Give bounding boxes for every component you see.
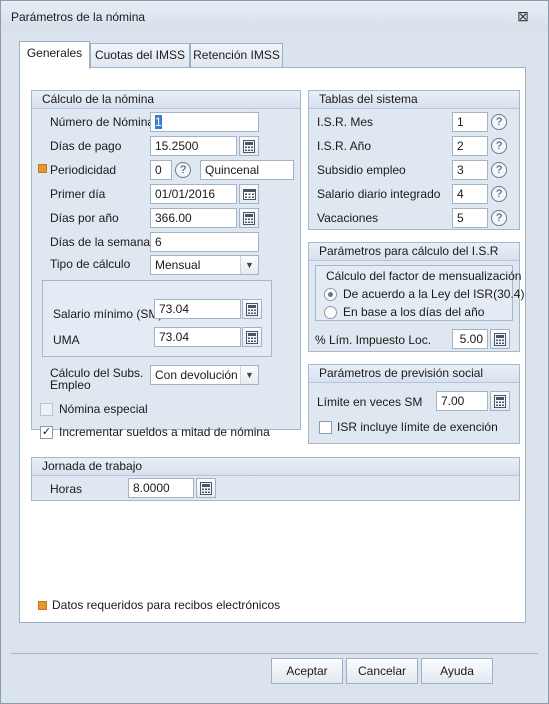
- nomina-especial-checkbox[interactable]: [40, 403, 53, 416]
- calculator-icon[interactable]: [490, 391, 510, 411]
- limite-veces-sm-label: Límite en veces SM: [317, 395, 423, 409]
- help-icon[interactable]: ?: [489, 136, 509, 156]
- tabla-isr-anio-input[interactable]: 2: [452, 136, 488, 156]
- tabla-subsidio-input[interactable]: 3: [452, 160, 488, 180]
- subs-empleo-select[interactable]: Con devolución ▼: [150, 365, 259, 385]
- dias-pago-input[interactable]: 15.2500: [150, 136, 237, 156]
- isr-params-group: Parámetros para cálculo del I.S.R Cálcul…: [308, 242, 524, 352]
- tablas-sistema-group: Tablas del sistema I.S.R. Mes 1 ? I.S.R.…: [308, 90, 520, 230]
- salarios-subgroup: Salario mínimo (SM) 73.04 UMA 73.04: [42, 280, 272, 357]
- uma-label: UMA: [53, 333, 80, 347]
- chevron-down-icon: ▼: [240, 366, 258, 384]
- isr-incluye-limite-checkbox[interactable]: [319, 421, 332, 434]
- calendar-icon[interactable]: [239, 184, 259, 204]
- tabla-vacaciones-input[interactable]: 5: [452, 208, 488, 228]
- required-marker: [38, 601, 47, 610]
- cancel-button[interactable]: Cancelar: [346, 658, 418, 684]
- help-button[interactable]: Ayuda: [421, 658, 493, 684]
- dias-semana-input[interactable]: 6: [150, 232, 259, 252]
- dias-anio-input[interactable]: 366.00: [150, 208, 237, 228]
- primer-dia-label: Primer día: [50, 187, 106, 201]
- numero-nomina-label: Número de Nómina: [50, 115, 155, 129]
- title-bar: Parámetros de la nómina ⊠: [1, 1, 548, 31]
- calculator-icon[interactable]: [242, 327, 262, 347]
- tabla-isr-mes-label: I.S.R. Mes: [317, 115, 374, 129]
- tabla-vacaciones-label: Vacaciones: [317, 211, 379, 225]
- legend-required-text: Datos requeridos para recibos electrónic…: [52, 598, 281, 612]
- factor-title: Cálculo del factor de mensualización: [326, 269, 522, 283]
- factor-dias-label: En base a los días del año: [343, 305, 485, 319]
- calculator-icon[interactable]: [239, 136, 259, 156]
- required-marker: [38, 164, 47, 173]
- help-icon[interactable]: ?: [489, 112, 509, 132]
- tabla-isr-mes-input[interactable]: 1: [452, 112, 488, 132]
- tabla-isr-anio-label: I.S.R. Año: [317, 139, 372, 153]
- horas-label: Horas: [50, 482, 83, 496]
- group-title: Parámetros de previsión social: [309, 365, 519, 383]
- calculator-icon[interactable]: [196, 478, 216, 498]
- tab-generales[interactable]: Generales: [19, 41, 90, 69]
- tipo-calculo-select[interactable]: Mensual ▼: [150, 255, 259, 275]
- tab-panel-generales: Cálculo de la nómina Número de Nómina 1 …: [19, 67, 526, 623]
- horas-input[interactable]: 8.0000: [128, 478, 194, 498]
- group-title: Tablas del sistema: [309, 91, 519, 109]
- tipo-calculo-label: Tipo de cálculo: [50, 257, 131, 271]
- lim-impuesto-label: % Lím. Impuesto Loc.: [315, 333, 432, 347]
- tabla-sdi-input[interactable]: 4: [452, 184, 488, 204]
- uma-input[interactable]: 73.04: [154, 327, 241, 347]
- jornada-trabajo-group: Jornada de trabajo Horas 8.0000: [31, 457, 520, 501]
- tab-retencion-imss[interactable]: Retención IMSS: [190, 43, 283, 67]
- subs-empleo-value: Con devolución: [155, 368, 238, 382]
- factor-mensualizacion-subgroup: Cálculo del factor de mensualización De …: [315, 265, 524, 321]
- help-icon[interactable]: ?: [489, 208, 509, 228]
- periodicidad-label: Periodicidad: [50, 163, 117, 177]
- numero-nomina-input[interactable]: 1: [150, 112, 259, 132]
- tipo-calculo-value: Mensual: [155, 258, 201, 272]
- salario-minimo-label: Salario mínimo (SM): [53, 307, 163, 321]
- limite-veces-sm-input[interactable]: 7.00: [436, 391, 488, 411]
- chevron-down-icon: ▼: [240, 256, 258, 274]
- nomina-especial-label: Nómina especial: [59, 402, 148, 416]
- tabla-sdi-label: Salario diario integrado: [317, 187, 441, 201]
- subs-empleo-label: Cálculo del Subs. Empleo: [50, 367, 143, 391]
- incrementar-checkbox[interactable]: ✓: [40, 426, 53, 439]
- calculator-icon[interactable]: [239, 208, 259, 228]
- calculator-icon[interactable]: [242, 299, 262, 319]
- close-icon[interactable]: ⊠: [514, 7, 532, 25]
- calculator-icon[interactable]: [490, 329, 510, 349]
- tab-cuotas-imss[interactable]: Cuotas del IMSS: [90, 43, 190, 67]
- incrementar-label: Incrementar sueldos a mitad de nómina: [59, 425, 270, 439]
- periodicidad-input[interactable]: 0: [150, 160, 172, 180]
- footer-divider: [11, 653, 538, 654]
- calculo-nomina-group: Cálculo de la nómina Número de Nómina 1 …: [31, 90, 301, 439]
- dias-semana-label: Días de la semana: [50, 235, 151, 249]
- dias-anio-label: Días por año: [50, 211, 119, 225]
- group-title: Jornada de trabajo: [32, 458, 519, 476]
- factor-dias-radio[interactable]: [324, 306, 337, 319]
- tabla-subsidio-label: Subsidio empleo: [317, 163, 406, 177]
- prevision-social-group: Parámetros de previsión social Límite en…: [308, 364, 520, 444]
- dialog-window: Parámetros de la nómina ⊠ Generales Cuot…: [0, 0, 549, 704]
- salario-minimo-input[interactable]: 73.04: [154, 299, 241, 319]
- dias-pago-label: Días de pago: [50, 139, 122, 153]
- lim-impuesto-input[interactable]: 5.00: [452, 329, 488, 349]
- group-title: Parámetros para cálculo del I.S.R: [309, 243, 519, 261]
- factor-ley-radio[interactable]: [324, 288, 337, 301]
- periodicidad-name-field: Quincenal: [200, 160, 294, 180]
- help-icon[interactable]: ?: [489, 184, 509, 204]
- group-title: Cálculo de la nómina: [32, 91, 300, 109]
- accept-button[interactable]: Aceptar: [271, 658, 343, 684]
- help-icon[interactable]: ?: [489, 160, 509, 180]
- isr-incluye-limite-label: ISR incluye límite de exención: [337, 420, 498, 434]
- periodicidad-help-icon[interactable]: ?: [173, 160, 193, 180]
- window-title: Parámetros de la nómina: [11, 10, 146, 24]
- primer-dia-input[interactable]: 01/01/2016: [150, 184, 237, 204]
- factor-ley-label: De acuerdo a la Ley del ISR(30.4): [343, 287, 525, 301]
- subs-empleo-label-line2: Empleo: [50, 378, 91, 392]
